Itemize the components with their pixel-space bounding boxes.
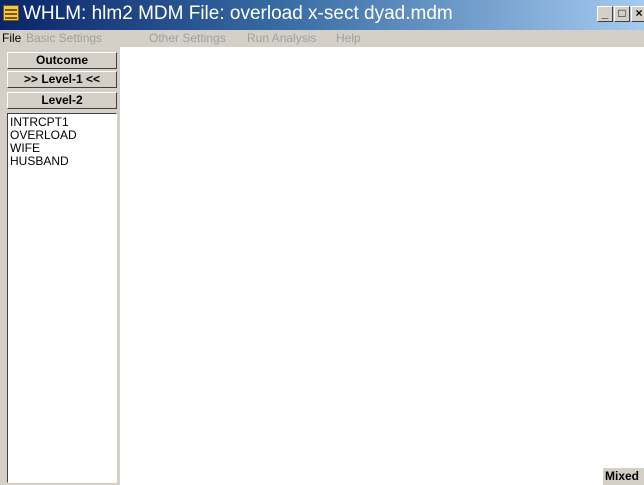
title-bar[interactable]: WHLM: hlm2 MDM File: overload x-sect dya… <box>0 0 644 30</box>
menu-bar: File Basic Settings Other Settings Run A… <box>0 30 644 47</box>
window-title: WHLM: hlm2 MDM File: overload x-sect dya… <box>23 3 453 24</box>
outcome-button[interactable]: Outcome <box>7 52 117 69</box>
menu-other-settings[interactable]: Other Settings <box>149 30 226 47</box>
menu-help[interactable]: Help <box>336 30 361 47</box>
menu-file[interactable]: File <box>2 30 21 47</box>
menu-run-analysis[interactable]: Run Analysis <box>247 30 316 47</box>
level-1-button[interactable]: >> Level-1 << <box>7 71 117 88</box>
variable-item-husband[interactable]: HUSBAND <box>10 155 116 168</box>
app-icon[interactable] <box>3 5 19 21</box>
restore-button[interactable]: □ <box>614 6 630 22</box>
variable-panel: Outcome >> Level-1 << Level-2 INTRCPT1 O… <box>0 47 120 485</box>
mixed-model-badge[interactable]: Mixed <box>603 468 644 485</box>
close-button[interactable]: × <box>631 6 644 22</box>
menu-basic-settings[interactable]: Basic Settings <box>26 30 102 47</box>
minimize-button[interactable]: _ <box>597 6 613 22</box>
variable-list[interactable]: INTRCPT1 OVERLOAD WIFE HUSBAND <box>7 113 117 483</box>
level-2-button[interactable]: Level-2 <box>7 92 117 109</box>
